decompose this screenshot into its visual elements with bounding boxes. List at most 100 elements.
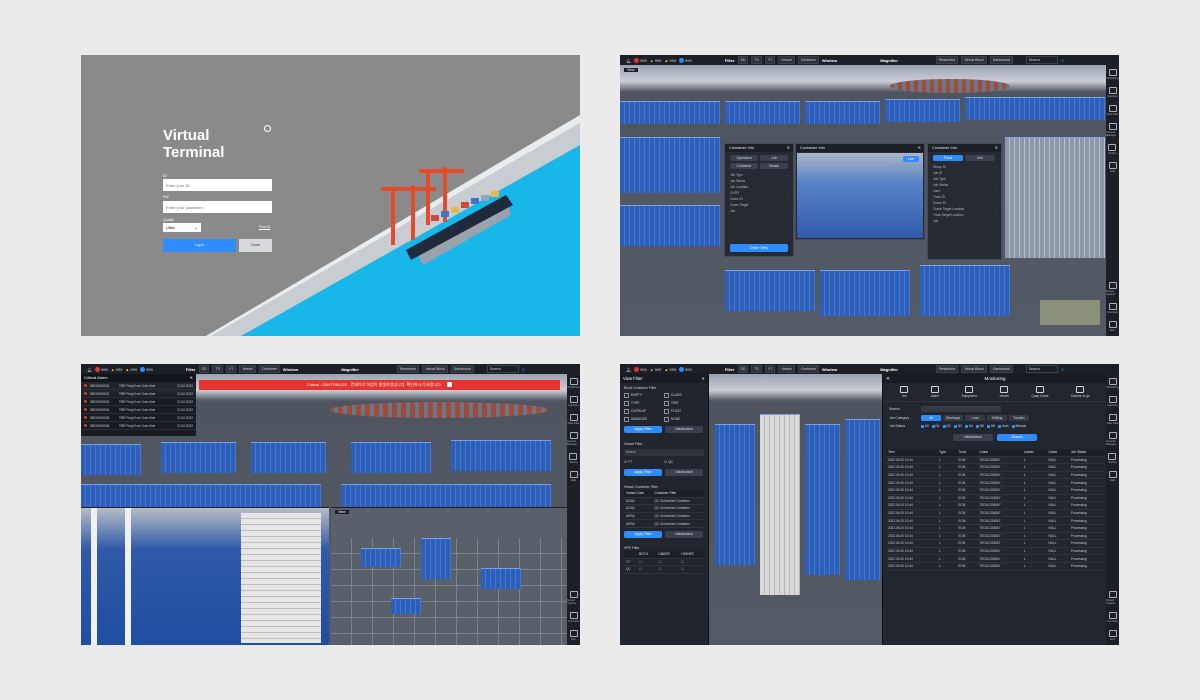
warning-icon[interactable]: ▲ <box>111 367 115 372</box>
quality-select[interactable]: Ultra ⌄ <box>163 223 201 232</box>
restorefor-button[interactable]: Restorefor <box>935 365 959 373</box>
table-row[interactable]: 2022.06.20 10:44 L ECM TEDU1234567 L NULL Proc… <box>886 539 1104 548</box>
vessel-option-yt[interactable]: ☑ YT <box>624 460 664 464</box>
checkbox-cell[interactable]: ☐ <box>656 565 680 574</box>
sidebar-item-captures[interactable]: Captures <box>1107 396 1118 407</box>
job-status-n4[interactable]: N4 <box>964 424 973 428</box>
job-status-auto[interactable]: Auto <box>998 424 1009 428</box>
block-filter-option[interactable]: FLOAT <box>664 407 704 415</box>
sidebar-item-overview[interactable]: Overview <box>1107 303 1118 314</box>
sidebar-item-monitoring[interactable]: Monitoring <box>1106 69 1119 80</box>
caution-icon[interactable]: ▲ <box>664 58 668 63</box>
sidebar-item-camera-manager[interactable]: Camera Manager <box>1106 123 1119 137</box>
sidebar-item-overview[interactable]: Overview <box>568 612 579 623</box>
info-icon[interactable] <box>679 366 685 372</box>
close-icon[interactable] <box>447 382 453 388</box>
block-filter-option[interactable]: CLASS <box>664 391 704 399</box>
virtual-block-button[interactable]: Virtual Block <box>422 365 448 373</box>
critical-alarm-icon[interactable] <box>634 366 640 372</box>
sidebar-item-camera-manager[interactable]: Camera Manager <box>1106 432 1119 446</box>
checkbox-cell[interactable]: ☐ <box>679 565 704 574</box>
checkbox-cell[interactable]: ☐ <box>637 565 657 574</box>
filter-container[interactable]: Container <box>797 56 819 64</box>
find-id-link[interactable]: Find ID <box>259 225 270 229</box>
close-icon[interactable]: ✕ <box>787 144 790 152</box>
checkbox-cell[interactable]: ☐ <box>679 558 704 567</box>
bell-icon[interactable]: 🔔︎ <box>626 367 631 372</box>
table-row[interactable]: QC ☐ ☐ ☐ <box>624 565 704 574</box>
filter-yt[interactable]: YT <box>764 365 776 373</box>
sidebar-item-view-filter[interactable]: View Filter <box>1106 414 1119 425</box>
monitor-initialization-button[interactable]: Initialization <box>953 434 993 441</box>
initialization-button[interactable]: Initialization <box>665 530 703 538</box>
table-row[interactable]: 2022.06.20 10:44 L ECM TEDU1234567 L NULL Proc… <box>886 471 1104 480</box>
sidebar-item-view-filter[interactable]: View Filter <box>567 414 580 425</box>
block-filter-option[interactable]: DAMAGED <box>624 415 664 423</box>
table-row[interactable]: 2022.06.20 10:44 L ECM TEDU1234567 L NULL Proc… <box>886 463 1104 472</box>
tab-vessel[interactable]: Vessel <box>999 386 1009 398</box>
job-status-n2[interactable]: N2 <box>942 424 951 428</box>
view-selector[interactable]: View <box>335 510 349 514</box>
close-icon[interactable]: ✕ <box>190 374 193 382</box>
filter-vessel[interactable]: Vessel <box>778 365 795 373</box>
table-row[interactable]: ACAD QC Scheduled Container <box>624 504 704 513</box>
tab-operation[interactable]: Operation <box>730 155 758 161</box>
table-row[interactable]: 2022.06.20 10:44 L ECM TEDU1234567 L NULL Proc… <box>886 456 1104 465</box>
bell-icon[interactable]: 🔔︎ <box>626 58 631 63</box>
table-row[interactable]: 2022.06.20 10:44 L ECM TEDU1234567 L NULL Proc… <box>886 494 1104 503</box>
info-icon[interactable] <box>140 366 146 372</box>
tab-monitor-to-go[interactable]: Monitor to go <box>1071 386 1090 398</box>
table-row[interactable]: 2022.06.20 10:44 L ECM TEDU1234567 L NULL Proc… <box>886 524 1104 533</box>
tab-container[interactable]: Container <box>730 163 758 169</box>
job-status-manual[interactable]: Manual <box>1011 424 1026 428</box>
alarm-row[interactable]: DBG0000003 TBR Ping Error Over time 22.02.… <box>81 398 196 406</box>
filter-vessel[interactable]: Vessel <box>778 56 795 64</box>
warning-icon[interactable]: ▲ <box>650 367 654 372</box>
tab-vessel[interactable]: Vessel <box>760 163 788 169</box>
table-row[interactable]: 2022.06.20 10:44 L ECM TEDU1234567 L NULL Proc… <box>886 554 1104 563</box>
table-row[interactable]: 2022.06.20 10:44 L ECM TEDU1234567 L NULL Proc… <box>886 501 1104 510</box>
virtual-block-button[interactable]: Virtual Block <box>961 365 987 373</box>
job-category-discharge[interactable]: Discharge <box>943 415 963 421</box>
dashboard-button[interactable]: Dashboard <box>989 56 1013 64</box>
login-button[interactable]: Log In <box>163 239 236 252</box>
initialization-button[interactable]: Initialization <box>665 469 703 476</box>
job-status-n3[interactable]: N3 <box>953 424 962 428</box>
vessel-option-qc[interactable]: ☑ QC <box>664 460 704 464</box>
sidebar-item-view-filter[interactable]: View Filter <box>1106 105 1119 116</box>
tab-equipment[interactable]: Equipment <box>962 386 977 398</box>
filter-vessel[interactable]: Vessel <box>239 365 256 373</box>
sidebar-item-captures[interactable]: Captures <box>1107 87 1118 98</box>
alarm-row[interactable]: DBG0000001 TBR Ping Error Over time 22.02.… <box>81 382 196 390</box>
view-selector[interactable]: View <box>624 68 638 72</box>
settings-icon[interactable] <box>264 125 271 132</box>
bell-icon[interactable]: 🔔︎ <box>87 367 92 372</box>
dashboard-button[interactable]: Dashboard <box>989 365 1013 373</box>
apply-filter-button[interactable]: Apply Filter <box>624 530 662 538</box>
critical-alarm-icon[interactable] <box>95 366 101 372</box>
tab-point[interactable]: Point <box>933 155 963 161</box>
close-icon[interactable]: ✕ <box>995 144 998 152</box>
magnifier-toggle[interactable]: Magnifier <box>880 367 898 372</box>
filter-container[interactable]: Container <box>258 365 280 373</box>
sidebar-item-setting[interactable]: Setting <box>1108 144 1117 155</box>
block-filter-option[interactable]: TIER <box>664 399 704 407</box>
sidebar-item-screen-capture[interactable]: Screen Capture <box>1106 282 1119 296</box>
checkbox-cell[interactable]: ☐ <box>637 558 657 567</box>
alarm-row[interactable]: DBG0000006 TBR Ping Error Over time 22.02.… <box>81 422 196 430</box>
search-icon[interactable]: ⊙ <box>1061 58 1064 63</box>
job-category-load[interactable]: Load <box>965 415 985 421</box>
sidebar-item-setting[interactable]: Setting <box>1108 453 1117 464</box>
apply-filter-button[interactable]: Apply Filter <box>624 469 662 476</box>
sidebar-item-setting[interactable]: Setting <box>569 453 578 464</box>
job-category-shifting[interactable]: Shifting <box>987 415 1007 421</box>
sidebar-item-camera-manager[interactable]: Camera Manager <box>567 432 580 446</box>
job-status-n6[interactable]: N6 <box>986 424 995 428</box>
filter-sd[interactable]: SD <box>737 56 749 64</box>
caution-icon[interactable]: ▲ <box>664 367 668 372</box>
search-input[interactable]: Search <box>486 365 519 373</box>
restorefor-button[interactable]: Restorefor <box>935 56 959 64</box>
info-icon[interactable] <box>679 57 685 63</box>
tab-quay-crane[interactable]: Quay Crane <box>1031 386 1049 398</box>
magnifier-toggle[interactable]: Magnifier <box>880 58 898 63</box>
